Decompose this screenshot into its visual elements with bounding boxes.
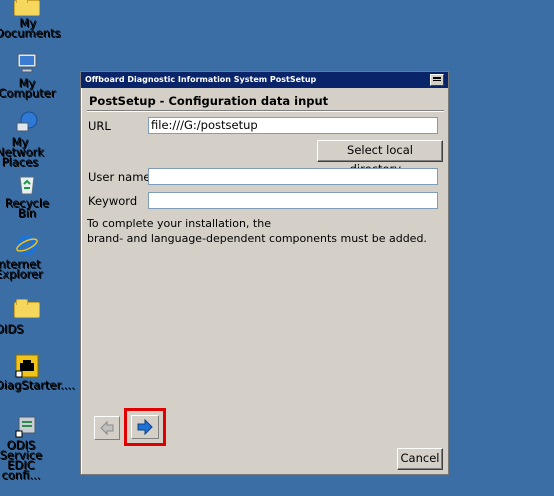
page-title: PostSetup - Configuration data input [89, 94, 329, 108]
desktop-icon-oids[interactable]: OIDS [0, 296, 59, 335]
arrow-left-icon [100, 420, 114, 436]
desktop-icon-diagstarter[interactable]: DiagStarter.... [0, 354, 75, 391]
network-icon [15, 111, 39, 135]
window-titlebar[interactable]: Offboard Diagnostic Information System P… [81, 72, 448, 88]
desktop-icon-odis-service[interactable]: ODIS Service EDIC confi... [0, 414, 59, 481]
desktop-icon-my-computer[interactable]: My Computer [0, 52, 59, 99]
keyword-field[interactable] [148, 192, 438, 209]
url-input[interactable]: file:///G:/postsetup [148, 117, 438, 134]
folder-icon [14, 0, 40, 16]
window-menu-icon[interactable] [430, 74, 444, 86]
select-local-directory-button[interactable]: Select local directory... [317, 140, 443, 176]
back-button[interactable] [94, 416, 120, 440]
desktop-icon-recycle-bin[interactable]: Recycle Bin [0, 172, 59, 219]
desktop-icon-my-network-places[interactable]: My Network Places [0, 111, 59, 168]
postsetup-window: Offboard Diagnostic Information System P… [80, 71, 449, 475]
username-label: User name [88, 170, 151, 184]
highlight-box [124, 408, 166, 446]
info-text: To complete your installation, the brand… [87, 217, 427, 245]
username-field[interactable] [148, 168, 438, 185]
desktop-icon-my-documents[interactable]: My Documents [0, 0, 61, 39]
cancel-button[interactable]: Cancel [397, 448, 443, 470]
odis-service-icon [15, 414, 39, 438]
divider [87, 110, 444, 112]
desktop-icon-internet-explorer[interactable]: Internet Explorer [0, 233, 59, 280]
internet-explorer-icon [15, 233, 39, 257]
recycle-bin-icon [15, 172, 39, 196]
keyword-label: Keyword [88, 194, 138, 208]
window-title: Offboard Diagnostic Information System P… [85, 75, 317, 84]
folder-icon [14, 299, 40, 318]
url-label: URL [88, 119, 111, 133]
diagstarter-icon [15, 354, 39, 378]
computer-icon [15, 52, 39, 76]
